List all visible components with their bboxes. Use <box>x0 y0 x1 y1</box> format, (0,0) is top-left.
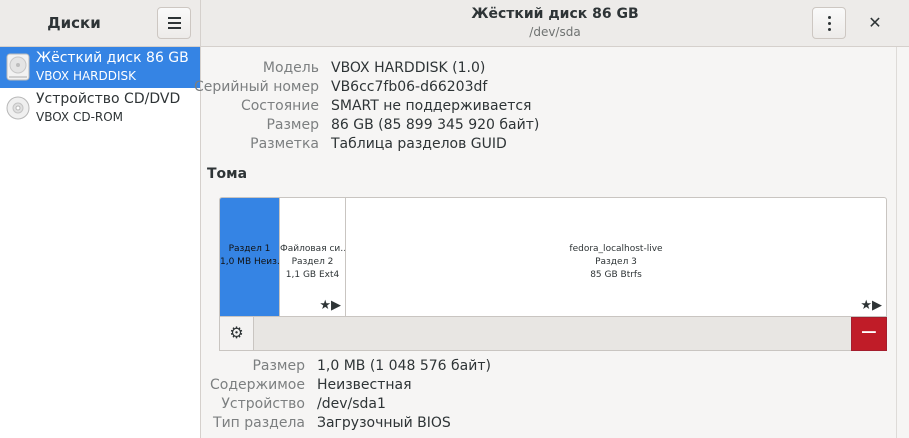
partition-status: ★▶ <box>860 299 882 312</box>
hamburger-menu-icon <box>167 17 181 19</box>
partition-3[interactable]: fedora_localhost-live Раздел 3 85 GB Btr… <box>346 198 886 316</box>
drive-model: VBOX CD-ROM <box>36 110 124 124</box>
prop-value: Таблица разделов GUID <box>331 136 507 152</box>
delete-partition-button[interactable]: − <box>851 317 887 351</box>
drive-options-button[interactable] <box>812 7 846 39</box>
prop-label: Тип раздела <box>213 415 305 431</box>
prop-label: Устройство <box>221 396 305 412</box>
prop-value: Загрузочный BIOS <box>317 415 451 431</box>
scrollbar[interactable] <box>896 47 909 438</box>
play-icon: ▶ <box>872 298 882 313</box>
partition-1[interactable]: Раздел 1 1,0 MB Неиз… <box>220 198 280 316</box>
partition-line: 1,0 MB Неиз… <box>220 257 279 267</box>
prop-label: Размер <box>266 117 319 133</box>
drive-item-cdrom[interactable]: Устройство CD/DVD VBOX CD-ROM <box>0 88 200 129</box>
partition-options-button[interactable]: ⚙ <box>220 317 254 350</box>
prop-value: 1,0 MB (1 048 576 байт) <box>317 358 491 374</box>
prop-value: /dev/sda1 <box>317 396 386 412</box>
prop-label: Размер <box>252 358 305 374</box>
star-icon: ★ <box>319 298 331 313</box>
prop-value: 86 GB (85 899 345 920 байт) <box>331 117 540 133</box>
drive-name: Устройство CD/DVD <box>36 91 181 107</box>
partition-line: Раздел 1 <box>228 244 271 254</box>
window-title: Жёсткий диск 86 GB <box>471 6 639 22</box>
play-icon: ▶ <box>331 298 341 313</box>
volumes-heading: Тома <box>207 166 248 182</box>
prop-label: Модель <box>262 60 319 76</box>
prop-value: VBOX HARDDISK (1.0) <box>331 60 486 76</box>
window-subtitle: /dev/sda <box>529 25 581 39</box>
main-menu-button[interactable] <box>157 7 191 39</box>
prop-label: Разметка <box>250 136 319 152</box>
sidebar-header: Диски <box>0 0 201 47</box>
gear-icon: ⚙ <box>229 323 244 342</box>
harddisk-icon <box>6 53 30 81</box>
close-button[interactable]: ✕ <box>863 11 887 35</box>
main-header: Жёсткий диск 86 GB /dev/sda ✕ <box>201 0 909 47</box>
prop-value: VB6cc7fb06-d66203df <box>331 79 488 95</box>
partition-line: Раздел 3 <box>595 257 637 267</box>
drive-name: Жёсткий диск 86 GB <box>36 50 189 66</box>
partition-line: 85 GB Btrfs <box>590 270 642 280</box>
prop-value: SMART не поддерживается <box>331 98 532 114</box>
partition-line: fedora_localhost-live <box>569 244 663 254</box>
partition-line: Раздел 2 <box>291 257 334 267</box>
drive-model: VBOX HARDDISK <box>36 69 137 83</box>
partition-line: Файловая си… <box>280 244 345 254</box>
prop-label: Серийный номер <box>193 79 319 95</box>
drive-list: Жёсткий диск 86 GB VBOX HARDDISK Устройс… <box>0 47 201 438</box>
volume-toolbar: ⚙ − <box>219 317 887 351</box>
close-icon: ✕ <box>868 13 882 32</box>
volume-map: Раздел 1 1,0 MB Неиз… Файловая си… Разде… <box>219 197 887 317</box>
minus-icon: − <box>859 320 879 345</box>
partition-line: 1,1 GB Ext4 <box>285 270 340 280</box>
prop-label: Содержимое <box>210 377 305 393</box>
prop-value: Неизвестная <box>317 377 412 393</box>
star-icon: ★ <box>860 298 872 313</box>
optical-disc-icon <box>6 96 30 120</box>
vertical-dots-icon <box>827 15 831 19</box>
drive-item-harddisk[interactable]: Жёсткий диск 86 GB VBOX HARDDISK <box>0 47 200 88</box>
prop-label: Состояние <box>240 98 319 114</box>
partition-status: ★▶ <box>319 299 341 312</box>
partition-2[interactable]: Файловая си… Раздел 2 1,1 GB Ext4 ★▶ <box>280 198 346 316</box>
